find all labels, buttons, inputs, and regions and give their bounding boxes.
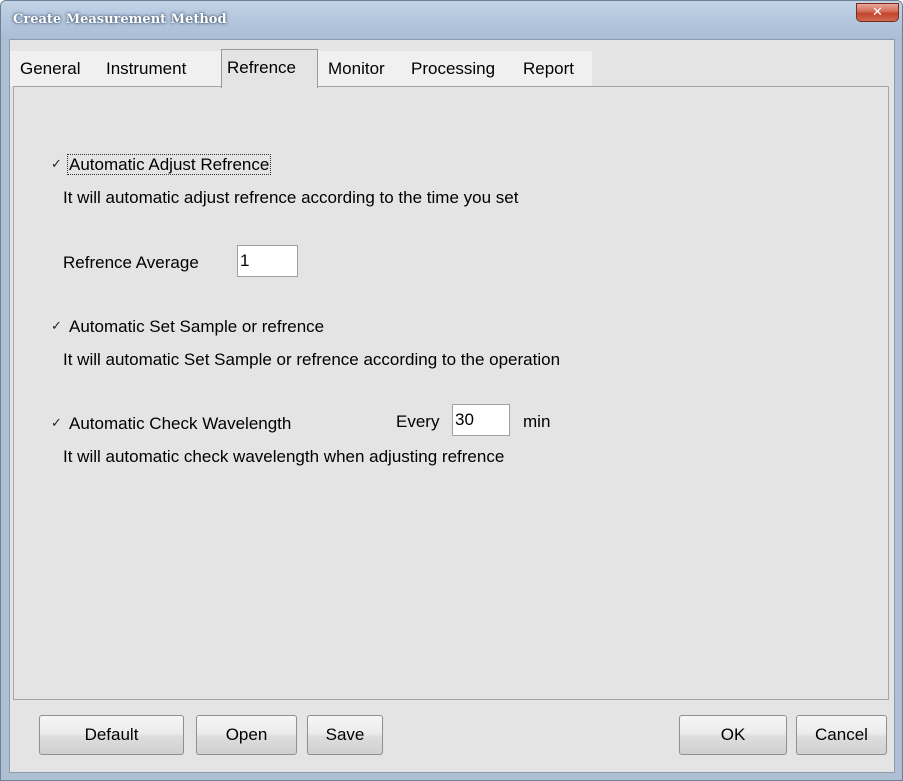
auto-adjust-checkbox[interactable]: ✓ <box>51 157 62 172</box>
auto-set-sample-description: It will automatic Set Sample or refrence… <box>63 350 561 369</box>
refrence-average-input[interactable]: 1 <box>237 245 298 277</box>
dialog-window: Create Measurement Method ✕ General Inst… <box>0 0 903 781</box>
save-button[interactable]: Save <box>307 715 383 755</box>
refrence-average-label: Refrence Average <box>63 253 199 272</box>
auto-check-wavelength-label[interactable]: Automatic Check Wavelength <box>69 414 291 434</box>
every-label: Every <box>396 412 440 431</box>
minutes-unit-label: min <box>523 412 551 431</box>
tab-report[interactable]: Report <box>523 52 574 86</box>
tab-monitor-label: Monitor <box>328 59 385 78</box>
tab-general-label: General <box>20 59 81 78</box>
tab-processing[interactable]: Processing <box>411 52 495 86</box>
auto-check-wavelength-description: It will automatic check wavelength when … <box>63 447 505 466</box>
dialog-client-area: General Instrument Refrence Monitor Proc… <box>9 39 895 773</box>
auto-check-wavelength-checkbox[interactable]: ✓ <box>51 416 62 431</box>
tab-refrence[interactable]: Refrence <box>221 49 318 88</box>
refrence-tab-panel: ✓ Automatic Adjust Refrence It will auto… <box>13 86 889 700</box>
ok-button[interactable]: OK <box>679 715 787 755</box>
window-title: Create Measurement Method <box>13 12 227 27</box>
auto-adjust-label-text: Automatic Adjust Refrence <box>67 154 272 175</box>
open-button[interactable]: Open <box>196 715 297 755</box>
tab-instrument-label: Instrument <box>106 59 187 78</box>
auto-set-sample-checkbox[interactable]: ✓ <box>51 319 62 334</box>
title-bar[interactable]: Create Measurement Method ✕ <box>1 1 902 39</box>
close-button[interactable]: ✕ <box>856 3 899 22</box>
auto-adjust-label[interactable]: Automatic Adjust Refrence <box>67 154 272 175</box>
every-minutes-input[interactable]: 30 <box>452 404 510 436</box>
tab-monitor[interactable]: Monitor <box>328 52 385 86</box>
auto-adjust-description: It will automatic adjust refrence accord… <box>63 188 519 207</box>
tab-refrence-label: Refrence <box>227 58 296 77</box>
tab-processing-label: Processing <box>411 59 496 78</box>
cancel-button[interactable]: Cancel <box>796 715 887 755</box>
tab-instrument[interactable]: Instrument <box>106 52 186 86</box>
auto-set-sample-label[interactable]: Automatic Set Sample or refrence <box>69 317 324 337</box>
tab-report-label: Report <box>523 59 575 78</box>
close-icon: ✕ <box>872 5 883 20</box>
default-button[interactable]: Default <box>39 715 184 755</box>
tab-general[interactable]: General <box>20 52 80 86</box>
